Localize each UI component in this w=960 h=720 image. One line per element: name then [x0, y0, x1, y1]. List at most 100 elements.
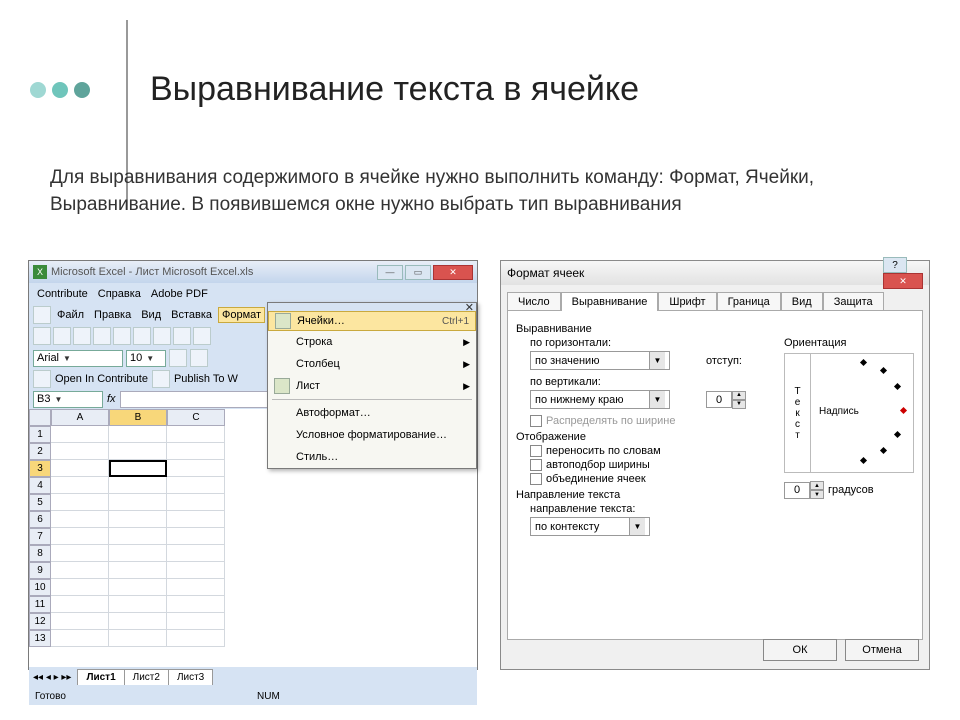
cell-A2[interactable]	[51, 443, 109, 460]
menu-file[interactable]: Файл	[53, 307, 88, 323]
orientation-widget[interactable]: Текст Надпись	[784, 353, 914, 473]
indent-down-icon[interactable]: ▼	[732, 400, 746, 409]
fx-icon[interactable]: fx	[107, 393, 116, 405]
tab-protection[interactable]: Защита	[823, 292, 884, 311]
cell-C8[interactable]	[167, 545, 225, 562]
cell-A8[interactable]	[51, 545, 109, 562]
column-header-B[interactable]: B	[109, 409, 167, 426]
dialog-help-button[interactable]: ?	[883, 257, 907, 273]
cell-C3[interactable]	[167, 460, 225, 477]
bold-icon[interactable]	[169, 349, 187, 367]
name-box[interactable]: B3▼	[33, 391, 103, 408]
cell-A3[interactable]	[51, 460, 109, 477]
excel-system-icon[interactable]	[33, 306, 51, 324]
cell-B5[interactable]	[109, 494, 167, 511]
cell-A11[interactable]	[51, 596, 109, 613]
copy-icon[interactable]	[173, 327, 191, 345]
menu-view[interactable]: Вид	[137, 307, 165, 323]
cell-A9[interactable]	[51, 562, 109, 579]
cell-C10[interactable]	[167, 579, 225, 596]
excel-titlebar[interactable]: X Microsoft Excel - Лист Microsoft Excel…	[29, 261, 477, 283]
row-header-13[interactable]: 13	[29, 630, 51, 647]
dialog-close-button[interactable]: ✕	[883, 273, 923, 289]
row-header-9[interactable]: 9	[29, 562, 51, 579]
row-header-3[interactable]: 3	[29, 460, 51, 477]
cell-B3[interactable]	[109, 460, 167, 477]
cell-B8[interactable]	[109, 545, 167, 562]
sheet-tab-2[interactable]: Лист2	[124, 669, 169, 685]
menu-adobe-pdf[interactable]: Adobe PDF	[147, 286, 212, 302]
ok-button[interactable]: ОК	[763, 639, 837, 661]
orientation-pointer-icon[interactable]	[900, 407, 907, 414]
contribute-icon[interactable]	[33, 370, 51, 388]
cell-B11[interactable]	[109, 596, 167, 613]
cell-C4[interactable]	[167, 477, 225, 494]
cell-A12[interactable]	[51, 613, 109, 630]
font-size-combo[interactable]: 10▼	[126, 350, 166, 367]
format-menu-item-2[interactable]: Столбец▶	[268, 353, 476, 375]
menu-help[interactable]: Справка	[94, 286, 145, 302]
cell-C11[interactable]	[167, 596, 225, 613]
preview-icon[interactable]	[113, 327, 131, 345]
row-header-1[interactable]: 1	[29, 426, 51, 443]
new-icon[interactable]	[33, 327, 51, 345]
degrees-up-icon[interactable]: ▲	[810, 481, 824, 490]
tab-border[interactable]: Граница	[717, 292, 781, 311]
degrees-input[interactable]	[784, 482, 810, 499]
format-menu-item-1[interactable]: Строка▶	[268, 331, 476, 353]
orientation-dial[interactable]: Надпись	[811, 354, 913, 472]
maximize-button[interactable]: ▭	[405, 265, 431, 280]
cell-B6[interactable]	[109, 511, 167, 528]
cell-C12[interactable]	[167, 613, 225, 630]
cell-B10[interactable]	[109, 579, 167, 596]
horizontal-select[interactable]: по значению▼	[530, 351, 670, 370]
font-name-combo[interactable]: Arial▼	[33, 350, 123, 367]
indent-up-icon[interactable]: ▲	[732, 391, 746, 400]
italic-icon[interactable]	[190, 349, 208, 367]
tab-patterns[interactable]: Вид	[781, 292, 823, 311]
cell-B12[interactable]	[109, 613, 167, 630]
cell-C1[interactable]	[167, 426, 225, 443]
tab-font[interactable]: Шрифт	[658, 292, 716, 311]
cell-A1[interactable]	[51, 426, 109, 443]
sheet-tab-1[interactable]: Лист1	[77, 669, 124, 685]
row-header-11[interactable]: 11	[29, 596, 51, 613]
format-menu-item-6[interactable]: Условное форматирование…	[268, 424, 476, 446]
cell-A7[interactable]	[51, 528, 109, 545]
menu-format[interactable]: Формат	[218, 307, 265, 323]
vertical-select[interactable]: по нижнему краю▼	[530, 390, 670, 409]
indent-input[interactable]	[706, 391, 732, 408]
row-header-2[interactable]: 2	[29, 443, 51, 460]
degrees-spinner[interactable]: ▲▼	[784, 481, 824, 499]
cell-A10[interactable]	[51, 579, 109, 596]
cell-C5[interactable]	[167, 494, 225, 511]
close-button[interactable]: ✕	[433, 265, 473, 280]
cell-C13[interactable]	[167, 630, 225, 647]
cell-C2[interactable]	[167, 443, 225, 460]
format-menu-item-3[interactable]: Лист▶	[268, 375, 476, 397]
format-menu-item-7[interactable]: Стиль…	[268, 446, 476, 468]
format-menu-item-5[interactable]: Автоформат…	[268, 402, 476, 424]
cell-C6[interactable]	[167, 511, 225, 528]
cell-B2[interactable]	[109, 443, 167, 460]
row-header-6[interactable]: 6	[29, 511, 51, 528]
column-header-A[interactable]: A	[51, 409, 109, 426]
cell-B9[interactable]	[109, 562, 167, 579]
format-menu-item-0[interactable]: Ячейки…Ctrl+1	[268, 311, 476, 331]
cut-icon[interactable]	[153, 327, 171, 345]
cell-B7[interactable]	[109, 528, 167, 545]
spell-icon[interactable]	[133, 327, 151, 345]
open-in-contribute[interactable]: Open In Contribute	[55, 373, 148, 385]
minimize-button[interactable]: —	[377, 265, 403, 280]
cell-B1[interactable]	[109, 426, 167, 443]
row-header-10[interactable]: 10	[29, 579, 51, 596]
save-icon[interactable]	[73, 327, 91, 345]
cell-A4[interactable]	[51, 477, 109, 494]
cell-B13[interactable]	[109, 630, 167, 647]
open-icon[interactable]	[53, 327, 71, 345]
row-header-7[interactable]: 7	[29, 528, 51, 545]
select-all-corner[interactable]	[29, 409, 51, 426]
cell-A6[interactable]	[51, 511, 109, 528]
indent-spinner[interactable]: ▲▼	[706, 391, 746, 409]
dropdown-handle[interactable]: ✕	[268, 303, 476, 311]
